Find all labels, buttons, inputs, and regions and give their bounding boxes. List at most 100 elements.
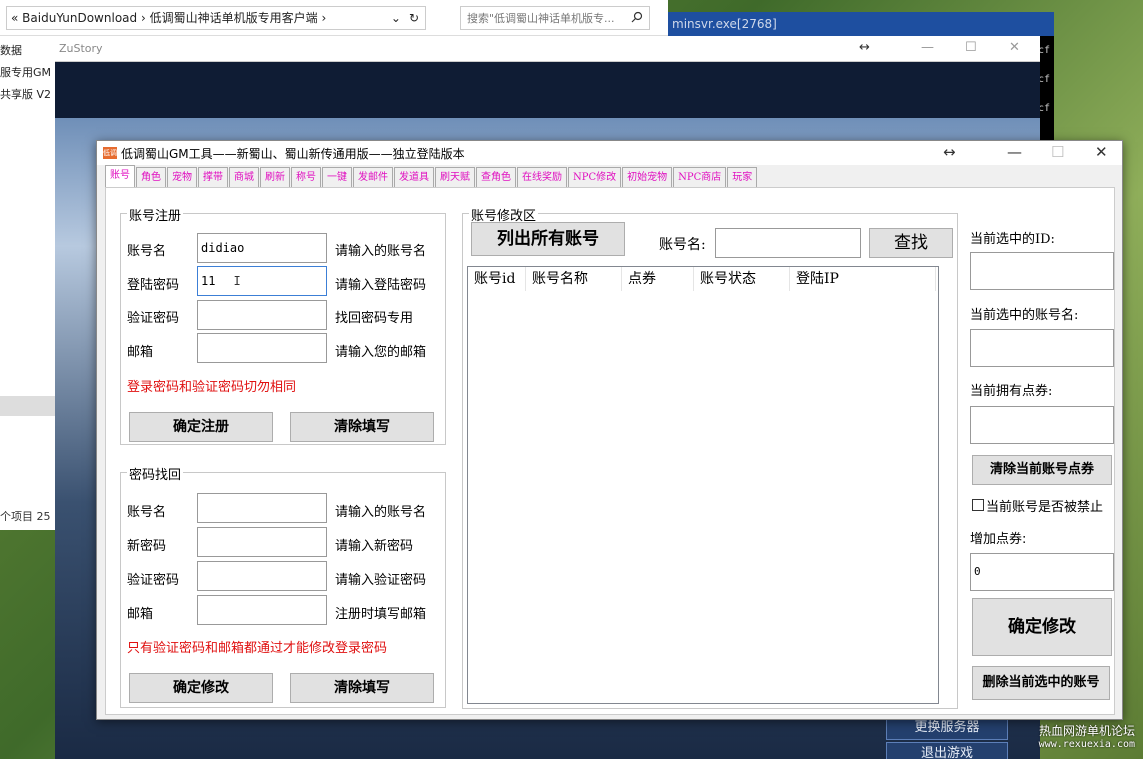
column-header-points[interactable]: 点券 xyxy=(622,267,694,291)
recover-verify-input[interactable] xyxy=(197,561,327,591)
minimize-button[interactable]: — xyxy=(921,40,934,55)
resize-icon[interactable]: ↔ xyxy=(859,40,870,55)
register-account-input[interactable]: didiao xyxy=(197,233,327,263)
gm-tool-window: 低调 低调蜀山GM工具——新蜀山、蜀山新传通用版——独立登陆版本 ↔ — ☐ ✕… xyxy=(96,140,1123,720)
gm-titlebar: 低调 低调蜀山GM工具——新蜀山、蜀山新传通用版——独立登陆版本 ↔ — ☐ ✕ xyxy=(97,141,1122,165)
sidebar-item[interactable]: 服专用GM xyxy=(0,62,56,84)
exit-game-button[interactable]: 退出游戏 xyxy=(886,742,1008,759)
tab-online-reward[interactable]: 在线奖励 xyxy=(517,167,567,187)
current-name-field[interactable] xyxy=(970,329,1114,367)
confirm-recover-button[interactable]: 确定修改 xyxy=(129,673,273,703)
register-verify-label: 验证密码 xyxy=(127,311,180,326)
modify-group: 账号修改区 列出所有账号 账号名: 查找 账号id 账号名称 点券 账号状态 登… xyxy=(462,205,958,709)
recover-account-input[interactable] xyxy=(197,493,327,523)
recover-warning: 只有验证密码和邮箱都通过才能修改登录密码 xyxy=(127,641,388,656)
account-name-input[interactable] xyxy=(715,228,861,258)
accounts-list[interactable]: 账号id 账号名称 点券 账号状态 登陆IP xyxy=(467,266,939,704)
tab-carry[interactable]: 撑带 xyxy=(198,167,228,187)
close-button[interactable]: ✕ xyxy=(1095,143,1108,161)
tab-player[interactable]: 玩家 xyxy=(727,167,758,187)
current-id-label: 当前选中的ID: xyxy=(970,232,1055,247)
register-email-label: 邮箱 xyxy=(127,345,154,360)
tab-refresh[interactable]: 刷新 xyxy=(260,167,290,187)
maximize-button[interactable]: ☐ xyxy=(965,40,977,55)
tab-pet[interactable]: 宠物 xyxy=(167,167,197,187)
add-points-input[interactable]: 0 xyxy=(970,553,1114,591)
column-header-status[interactable]: 账号状态 xyxy=(694,267,790,291)
search-placeholder: 搜索"低调蜀山神话单机版专... xyxy=(467,11,615,25)
search-icon[interactable] xyxy=(631,11,643,26)
item-count: 个项目 25 xyxy=(0,510,51,523)
sidebar-item[interactable]: 数据 xyxy=(0,40,56,62)
register-password-input[interactable]: 11 I xyxy=(197,266,327,296)
tab-npc-shop[interactable]: NPC商店 xyxy=(673,167,727,187)
register-account-hint: 请输入的账号名 xyxy=(335,244,427,259)
recover-email-hint: 注册时填写邮箱 xyxy=(335,607,427,622)
console-line: cf xyxy=(1038,45,1051,56)
path-segment-baiduyun[interactable]: BaiduYunDownload xyxy=(22,11,137,25)
confirm-register-button[interactable]: 确定注册 xyxy=(129,412,273,442)
tab-one-key[interactable]: 一键 xyxy=(322,167,352,187)
recover-newpass-label: 新密码 xyxy=(127,539,167,554)
selected-sidebar-row[interactable] xyxy=(0,396,56,416)
register-password-hint: 请输入登陆密码 xyxy=(335,278,427,293)
zustory-titlebar: ZuStory ↔ — ☐ ✕ xyxy=(55,36,1040,62)
delete-account-button[interactable]: 删除当前选中的账号 xyxy=(972,666,1110,700)
refresh-icon[interactable]: ↻ xyxy=(409,11,419,25)
clear-recover-button[interactable]: 清除填写 xyxy=(290,673,434,703)
tab-send-mail[interactable]: 发邮件 xyxy=(353,167,393,187)
recover-email-label: 邮箱 xyxy=(127,607,154,622)
list-all-accounts-button[interactable]: 列出所有账号 xyxy=(471,222,625,256)
zustory-banner xyxy=(55,62,1040,118)
register-group: 账号注册 账号名 didiao 请输入的账号名 登陆密码 11 I 请输入登陆密码… xyxy=(120,205,446,445)
tab-npc-modify[interactable]: NPC修改 xyxy=(568,167,622,187)
recover-email-input[interactable] xyxy=(197,595,327,625)
register-verify-input[interactable] xyxy=(197,300,327,330)
tab-bar: 账号 角色 宠物 撑带 商城 刷新 称号 一键 发邮件 发道具 刷天赋 查角色 … xyxy=(105,165,758,187)
current-points-field[interactable] xyxy=(970,406,1114,444)
console-output: cf cf cf xyxy=(1038,36,1054,140)
close-button[interactable]: ✕ xyxy=(1009,40,1020,55)
console-line: cf xyxy=(1038,103,1051,114)
clear-points-button[interactable]: 清除当前账号点券 xyxy=(972,455,1112,485)
sidebar-item[interactable]: 共享版 V2 xyxy=(0,84,56,106)
find-button[interactable]: 查找 xyxy=(869,228,953,258)
current-id-field[interactable] xyxy=(970,252,1114,290)
recover-newpass-input[interactable] xyxy=(197,527,327,557)
maximize-button[interactable]: ☐ xyxy=(1051,143,1064,161)
app-logo-icon: 低调 xyxy=(103,147,117,159)
register-warning: 登录密码和验证密码切勿相同 xyxy=(127,380,297,395)
tab-send-item[interactable]: 发道具 xyxy=(394,167,434,187)
register-password-value: 11 xyxy=(201,274,216,288)
tab-talent[interactable]: 刷天赋 xyxy=(435,167,475,187)
clear-register-button[interactable]: 清除填写 xyxy=(290,412,434,442)
register-email-input[interactable] xyxy=(197,333,327,363)
zustory-title: ZuStory xyxy=(59,42,103,55)
tab-initial-pet[interactable]: 初始宠物 xyxy=(622,167,673,187)
column-header-ip[interactable]: 登陆IP xyxy=(790,267,936,291)
watermark-text: 热血网游单机论坛 xyxy=(1038,724,1135,738)
back-chevron-icon[interactable]: « xyxy=(11,11,18,25)
tab-shop[interactable]: 商城 xyxy=(229,167,259,187)
path-segment-client[interactable]: 低调蜀山神话单机版专用客户端 xyxy=(150,9,318,26)
minimize-button[interactable]: — xyxy=(1007,143,1022,161)
column-header-id[interactable]: 账号id xyxy=(468,267,526,291)
tab-query-role[interactable]: 查角色 xyxy=(476,167,516,187)
recover-verify-hint: 请输入验证密码 xyxy=(335,573,427,588)
recover-account-hint: 请输入的账号名 xyxy=(335,505,427,520)
text-cursor-icon: I xyxy=(233,274,241,288)
address-path[interactable]: « BaiduYunDownload › 低调蜀山神话单机版专用客户端 › ⌄ … xyxy=(6,5,426,30)
resize-icon[interactable]: ↔ xyxy=(943,143,956,161)
dropdown-icon[interactable]: ⌄ xyxy=(391,11,401,25)
tab-role[interactable]: 角色 xyxy=(136,167,166,187)
forum-watermark: 热血网游单机论坛 www.rexuexia.com xyxy=(1039,725,1135,751)
banned-checkbox[interactable] xyxy=(972,499,984,511)
confirm-modify-button[interactable]: 确定修改 xyxy=(972,598,1112,656)
console-title: minsvr.exe[2768] xyxy=(668,12,1054,36)
column-header-name[interactable]: 账号名称 xyxy=(526,267,622,291)
tab-account[interactable]: 账号 xyxy=(105,165,135,187)
register-verify-hint: 找回密码专用 xyxy=(335,311,414,326)
search-input[interactable]: 搜索"低调蜀山神话单机版专... xyxy=(460,5,650,30)
recover-newpass-hint: 请输入新密码 xyxy=(335,539,414,554)
tab-title[interactable]: 称号 xyxy=(291,167,321,187)
